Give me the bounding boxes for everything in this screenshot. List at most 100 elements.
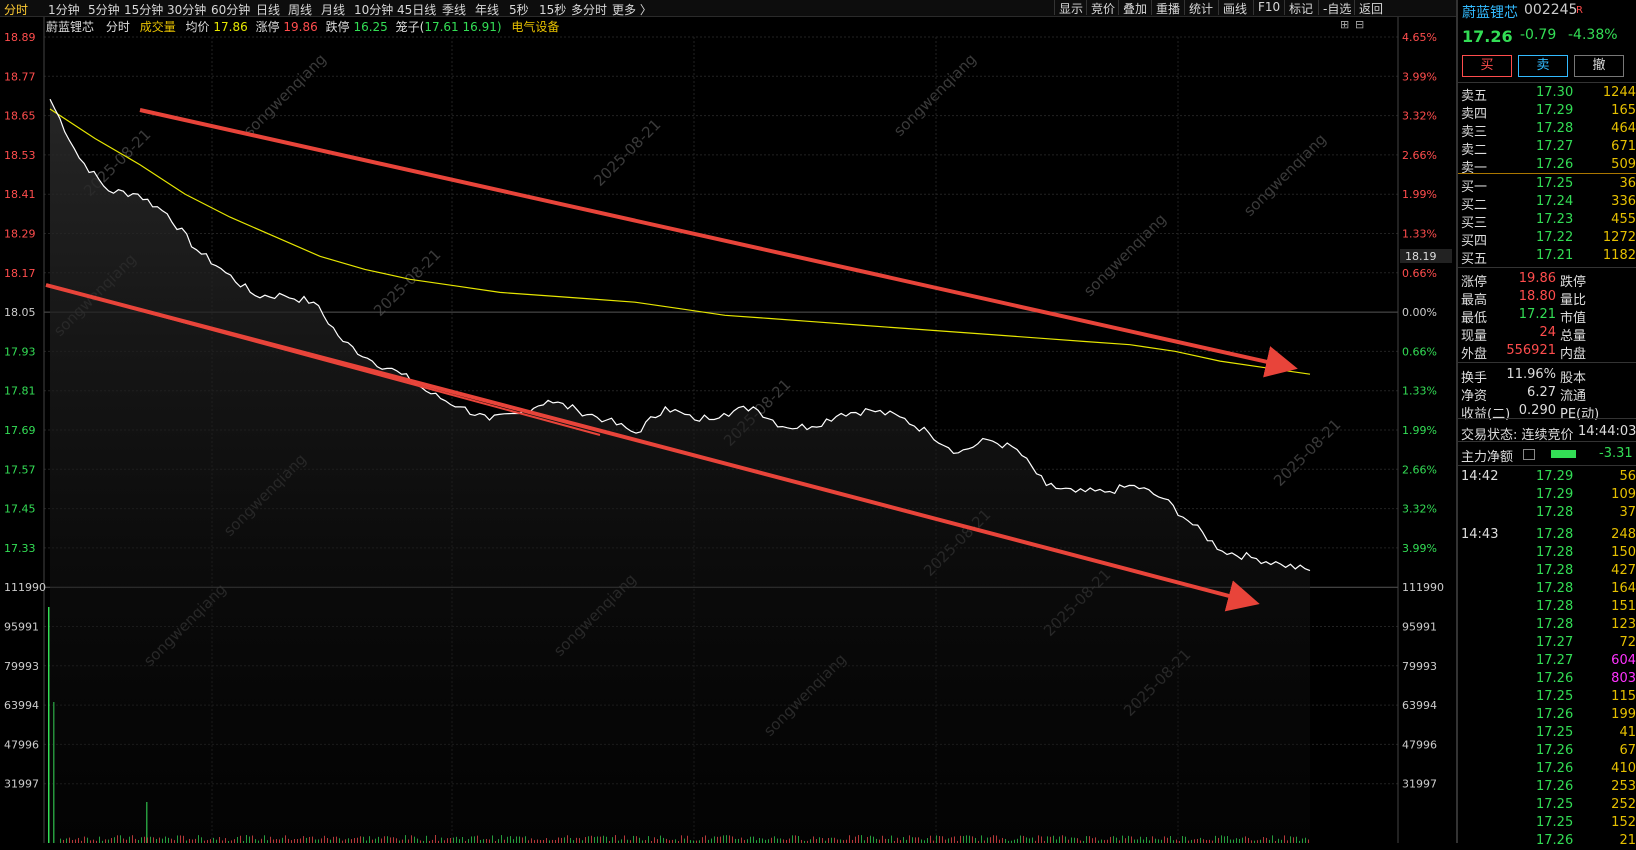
tool-button-5[interactable]: 画线 (1218, 0, 1251, 16)
tick-price: 17.25 (1536, 815, 1574, 830)
period-tab-7[interactable]: 周线 (288, 1, 312, 18)
pct-tick: 79993 (1402, 660, 1437, 673)
tool-button-0[interactable]: 显示 (1054, 0, 1087, 16)
trade-time: 14:44:03 (1578, 424, 1636, 439)
tick-time: 14:42 (1461, 469, 1499, 484)
tick-price: 17.26 (1536, 833, 1574, 848)
pct-tick: 31997 (1402, 778, 1437, 791)
tick-volume: 56 (1619, 469, 1636, 484)
tool-button-2[interactable]: 叠加 (1118, 0, 1151, 16)
tick-row: 17.28 150 (1458, 544, 1636, 562)
tab-intraday[interactable]: 分时 (106, 20, 130, 34)
tool-button-3[interactable]: 重播 (1151, 0, 1184, 16)
pct-tick: 0.00% (1402, 306, 1437, 319)
stat-value: 17.21 (1518, 307, 1556, 322)
period-tab-13[interactable]: 5秒 (509, 1, 529, 18)
buy-button[interactable]: 买 (1462, 55, 1512, 77)
tick-volume: 252 (1611, 797, 1636, 812)
stock-change: -0.79 (1520, 27, 1557, 43)
cage-value: 17.61 16.91) (424, 20, 502, 34)
pct-tick: 0.66% (1402, 345, 1437, 358)
tick-time: 14:43 (1461, 527, 1499, 542)
period-tab-1[interactable]: 1分钟 (48, 1, 80, 18)
tick-volume: 67 (1619, 743, 1636, 758)
ask-volume: 1244 (1602, 85, 1636, 100)
price-tick: 18.05 (4, 306, 36, 319)
pct-tick: 3.32% (1402, 503, 1437, 516)
bid-row: 买二 17.24 336 (1458, 193, 1636, 213)
collapse-icon[interactable]: ⊟ (1355, 18, 1364, 31)
tick-volume: 199 (1611, 707, 1636, 722)
stat-row: 净资 6.27 流通 (1458, 384, 1636, 404)
trade-status-row: 交易状态: 连续竞价 14:44:03 (1458, 423, 1636, 443)
stat-row: 最高 18.80 量比 (1458, 288, 1636, 308)
sector-label: 电气设备 (511, 20, 560, 34)
bid-volume: 1182 (1602, 248, 1636, 263)
tick-row: 17.26 199 (1458, 706, 1636, 724)
stat-value: 24 (1539, 325, 1556, 340)
maximize-icon[interactable]: ⊞ (1340, 18, 1349, 31)
ask-volume: 509 (1611, 157, 1636, 172)
tick-row: 17.27 604 (1458, 652, 1636, 670)
sell-button[interactable]: 卖 (1518, 55, 1568, 77)
cancel-button[interactable]: 撤 (1574, 55, 1624, 77)
pct-tick: 95991 (1402, 621, 1437, 634)
tool-button-8[interactable]: -自选 (1318, 0, 1355, 16)
ask-price: 17.26 (1536, 157, 1574, 172)
period-tab-3[interactable]: 15分钟 (124, 1, 163, 18)
tick-row: 17.26 253 (1458, 778, 1636, 796)
stock-header: 蔚蓝锂芯 002245 R (1458, 1, 1636, 21)
pct-tick: 1.33% (1402, 385, 1437, 398)
stat-row: 涨停 19.86 跌停 (1458, 270, 1636, 290)
tick-volume: 150 (1611, 545, 1636, 560)
period-tab-16[interactable]: 更多 〉 (612, 1, 652, 18)
cage-label: 笼子( (395, 20, 425, 34)
price-tick: 18.41 (4, 188, 36, 201)
pct-tick: 0.66% (1402, 267, 1437, 280)
period-tab-0[interactable]: 分时 (4, 1, 28, 18)
stat-value: 6.27 (1527, 385, 1556, 400)
price-tick: 17.45 (4, 503, 36, 516)
tick-price: 17.25 (1536, 797, 1574, 812)
price-tick: 47996 (4, 738, 39, 751)
period-tab-10[interactable]: 45日线 (397, 1, 436, 18)
tick-row: 14:42 17.29 56 (1458, 468, 1636, 486)
period-tab-6[interactable]: 日线 (256, 1, 280, 18)
period-tab-4[interactable]: 30分钟 (167, 1, 206, 18)
price-tick: 17.81 (4, 385, 36, 398)
period-tab-8[interactable]: 月线 (321, 1, 345, 18)
fund-toggle-icon[interactable] (1523, 449, 1535, 460)
period-tab-5[interactable]: 60分钟 (211, 1, 250, 18)
period-tab-2[interactable]: 5分钟 (88, 1, 120, 18)
tool-button-9[interactable]: 返回 (1354, 0, 1387, 16)
ask-price: 17.28 (1536, 121, 1574, 136)
ask-row: 卖四 17.29 165 (1458, 102, 1636, 122)
period-tab-12[interactable]: 年线 (475, 1, 499, 18)
ask-volume: 165 (1611, 103, 1636, 118)
price-tick: 18.29 (4, 228, 36, 241)
tick-price: 17.26 (1536, 671, 1574, 686)
tick-row: 14:43 17.28 248 (1458, 526, 1636, 544)
tick-price: 17.26 (1536, 707, 1574, 722)
tool-button-6[interactable]: F10 (1253, 0, 1284, 15)
tool-button-1[interactable]: 竞价 (1086, 0, 1119, 16)
period-tab-11[interactable]: 季线 (442, 1, 466, 18)
pct-tick: 3.99% (1402, 70, 1437, 83)
period-tab-9[interactable]: 10分钟 (354, 1, 393, 18)
pct-tick: 1.33% (1402, 228, 1437, 241)
limit-down-value: 16.25 (353, 20, 388, 34)
price-tick: 63994 (4, 699, 39, 712)
period-tab-14[interactable]: 15秒 (539, 1, 566, 18)
tick-row: 17.26 803 (1458, 670, 1636, 688)
bid-volume: 1272 (1602, 230, 1636, 245)
ask-volume: 464 (1611, 121, 1636, 136)
stat-value: 18.80 (1518, 289, 1556, 304)
divider (1458, 82, 1636, 83)
tool-button-4[interactable]: 统计 (1184, 0, 1217, 16)
tick-price: 17.27 (1536, 653, 1574, 668)
tick-volume: 164 (1611, 581, 1636, 596)
tool-button-7[interactable]: 标记 (1284, 0, 1317, 16)
period-tab-15[interactable]: 多分时 (571, 1, 607, 18)
tick-price: 17.29 (1536, 469, 1574, 484)
bid-volume: 36 (1619, 176, 1636, 191)
